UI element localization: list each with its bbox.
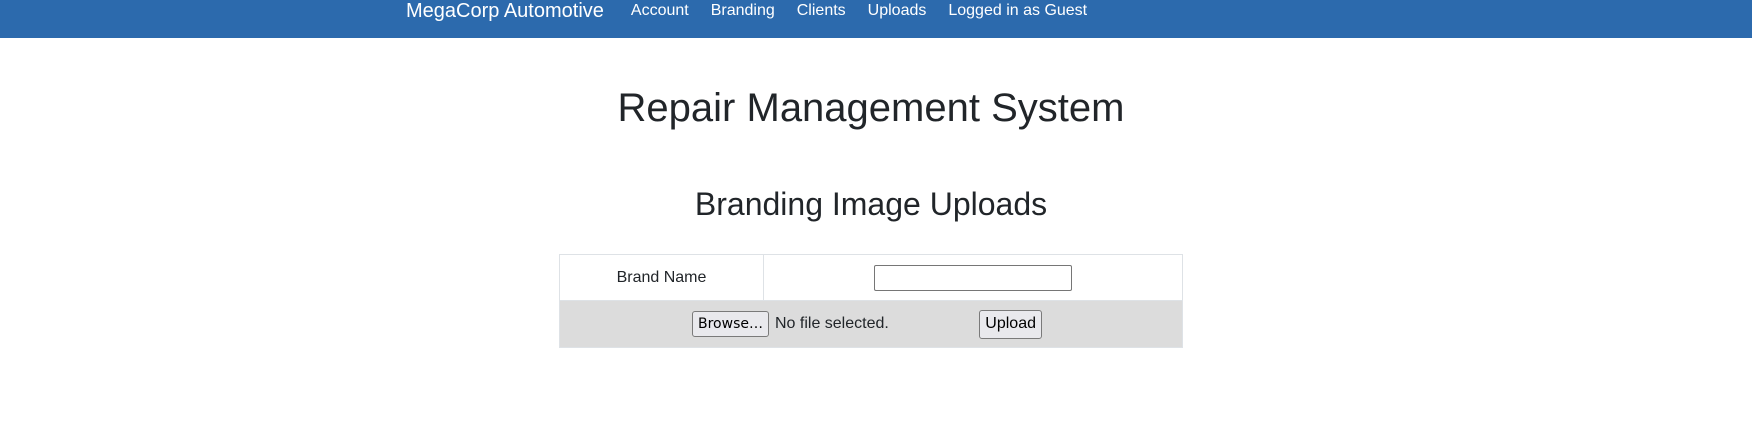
branding-upload-form: Brand Name Browse… No file selected. Upl… bbox=[559, 254, 1183, 348]
page-title: Repair Management System bbox=[617, 86, 1125, 130]
brand-link[interactable]: MegaCorp Automotive bbox=[406, 0, 604, 23]
brand-name-input[interactable] bbox=[874, 264, 1072, 291]
section-title: Branding Image Uploads bbox=[694, 186, 1048, 222]
top-navbar: MegaCorp Automotive Account Branding Cli… bbox=[0, 0, 1752, 38]
file-input[interactable]: Browse… No file selected. bbox=[692, 311, 889, 337]
file-upload-row: Browse… No file selected. Upload bbox=[559, 300, 1183, 348]
brand-name-input-cell bbox=[763, 254, 1183, 301]
file-upload-cell: Browse… No file selected. Upload bbox=[559, 300, 1183, 348]
file-status-text: No file selected. bbox=[774, 315, 889, 332]
nav-link-clients[interactable]: Clients bbox=[797, 2, 846, 20]
brand-name-row: Brand Name bbox=[559, 254, 1183, 301]
upload-button[interactable]: Upload bbox=[979, 309, 1042, 339]
nav-link-logged-in-user[interactable]: Logged in as Guest bbox=[948, 2, 1087, 20]
nav-link-uploads[interactable]: Uploads bbox=[868, 2, 927, 20]
brand-name-label: Brand Name bbox=[559, 254, 764, 301]
navbar-content: MegaCorp Automotive Account Branding Cli… bbox=[406, 0, 1109, 22]
browse-button[interactable]: Browse… bbox=[692, 311, 769, 337]
nav-link-branding[interactable]: Branding bbox=[711, 2, 775, 20]
nav-link-account[interactable]: Account bbox=[631, 2, 689, 20]
